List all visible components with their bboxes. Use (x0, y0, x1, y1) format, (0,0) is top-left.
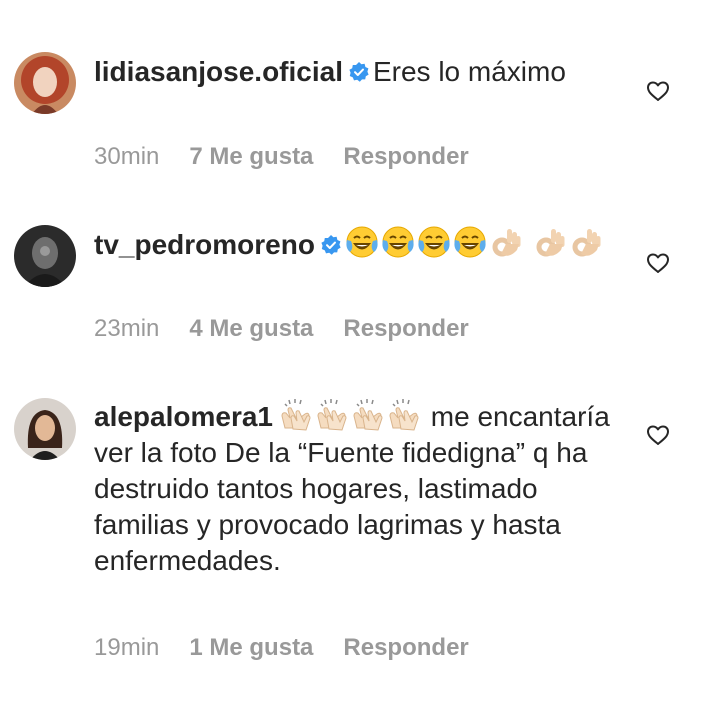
face-with-tears-of-joy-icon (345, 226, 379, 260)
ok-hand-icon (569, 226, 603, 260)
avatar-image (14, 225, 76, 287)
face-with-tears-of-joy-icon (453, 226, 487, 260)
clapping-hands-icon (387, 398, 421, 432)
comment-text: Eres lo máximo (372, 56, 566, 87)
avatar-image (14, 398, 76, 460)
comment-meta: 23min 4 Me gusta Responder (94, 315, 499, 343)
comment-meta: 19min 1 Me gusta Responder (94, 634, 499, 662)
face-with-tears-of-joy-icon (381, 226, 415, 260)
avatar[interactable] (14, 398, 76, 460)
verified-badge-icon (321, 235, 341, 255)
comment-body: lidiasanjose.oficial Eres lo máximo (94, 54, 614, 90)
likes-count-link[interactable]: 1 Me gusta (189, 634, 313, 661)
comment-meta: 30min 7 Me gusta Responder (94, 143, 499, 171)
ok-hand-icon (489, 226, 523, 260)
reply-button[interactable]: Responder (343, 315, 468, 342)
reply-button[interactable]: Responder (343, 143, 468, 170)
username-link[interactable]: lidiasanjose.oficial (94, 56, 343, 87)
like-heart-icon[interactable] (646, 80, 670, 102)
username-link[interactable]: alepalomera1 (94, 401, 273, 432)
clapping-hands-icon (279, 398, 313, 432)
ok-hand-icon (533, 226, 567, 260)
like-heart-icon[interactable] (646, 252, 670, 274)
avatar-image (14, 52, 76, 114)
face-with-tears-of-joy-icon (417, 226, 451, 260)
clapping-hands-icon (315, 398, 349, 432)
avatar[interactable] (14, 52, 76, 114)
comment-time: 30min (94, 143, 160, 170)
clapping-hands-icon (351, 398, 385, 432)
likes-count-link[interactable]: 4 Me gusta (189, 315, 313, 342)
verified-badge-icon (349, 62, 369, 82)
likes-count-link[interactable]: 7 Me gusta (189, 143, 313, 170)
comment-time: 19min (94, 634, 160, 661)
comment-body: tv_pedromoreno (94, 226, 614, 263)
like-heart-icon[interactable] (646, 424, 670, 446)
comment-time: 23min (94, 315, 160, 342)
avatar[interactable] (14, 225, 76, 287)
reply-button[interactable]: Responder (343, 634, 468, 661)
username-link[interactable]: tv_pedromoreno (94, 229, 315, 260)
comment-body: alepalomera1 me encantaría ver la foto D… (94, 398, 614, 579)
